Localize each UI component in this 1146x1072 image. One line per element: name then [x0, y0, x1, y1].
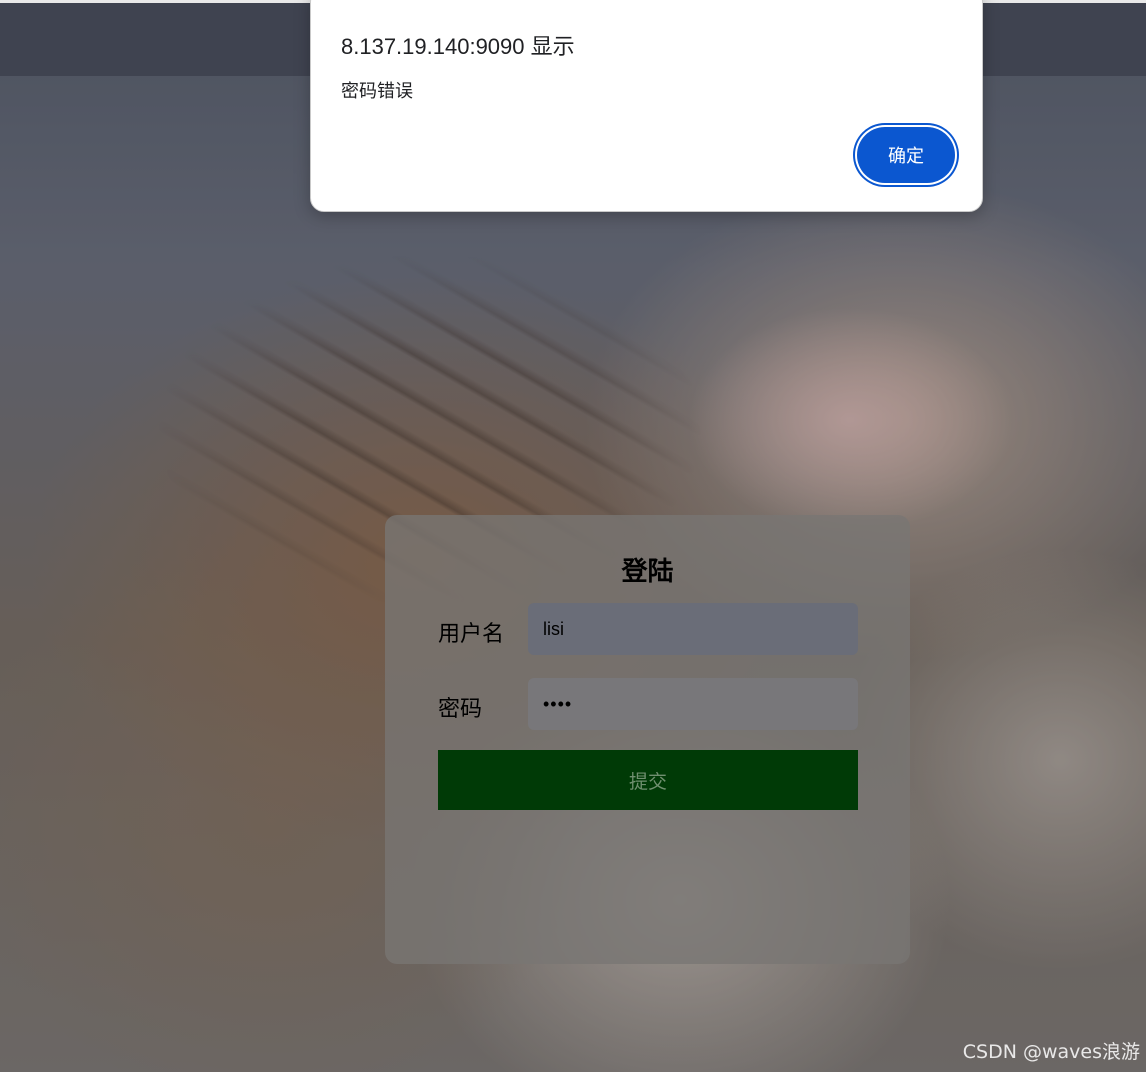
- submit-button[interactable]: 提交: [438, 750, 858, 810]
- alert-origin-text: 8.137.19.140:9090 显示: [341, 34, 575, 59]
- login-title: 登陆: [621, 557, 674, 587]
- password-label: 密码: [438, 697, 483, 722]
- alert-dialog: 8.137.19.140:9090 显示 密码错误 确定: [310, 0, 983, 212]
- alert-ok-button[interactable]: 确定: [857, 127, 955, 183]
- watermark: CSDN @waves浪游: [962, 1041, 1140, 1063]
- password-input[interactable]: [528, 678, 858, 730]
- login-card: 登陆 用户名 密码 提交: [385, 515, 910, 964]
- username-input[interactable]: [528, 603, 858, 655]
- username-label: 用户名: [438, 622, 505, 647]
- alert-message: 密码错误: [341, 81, 413, 102]
